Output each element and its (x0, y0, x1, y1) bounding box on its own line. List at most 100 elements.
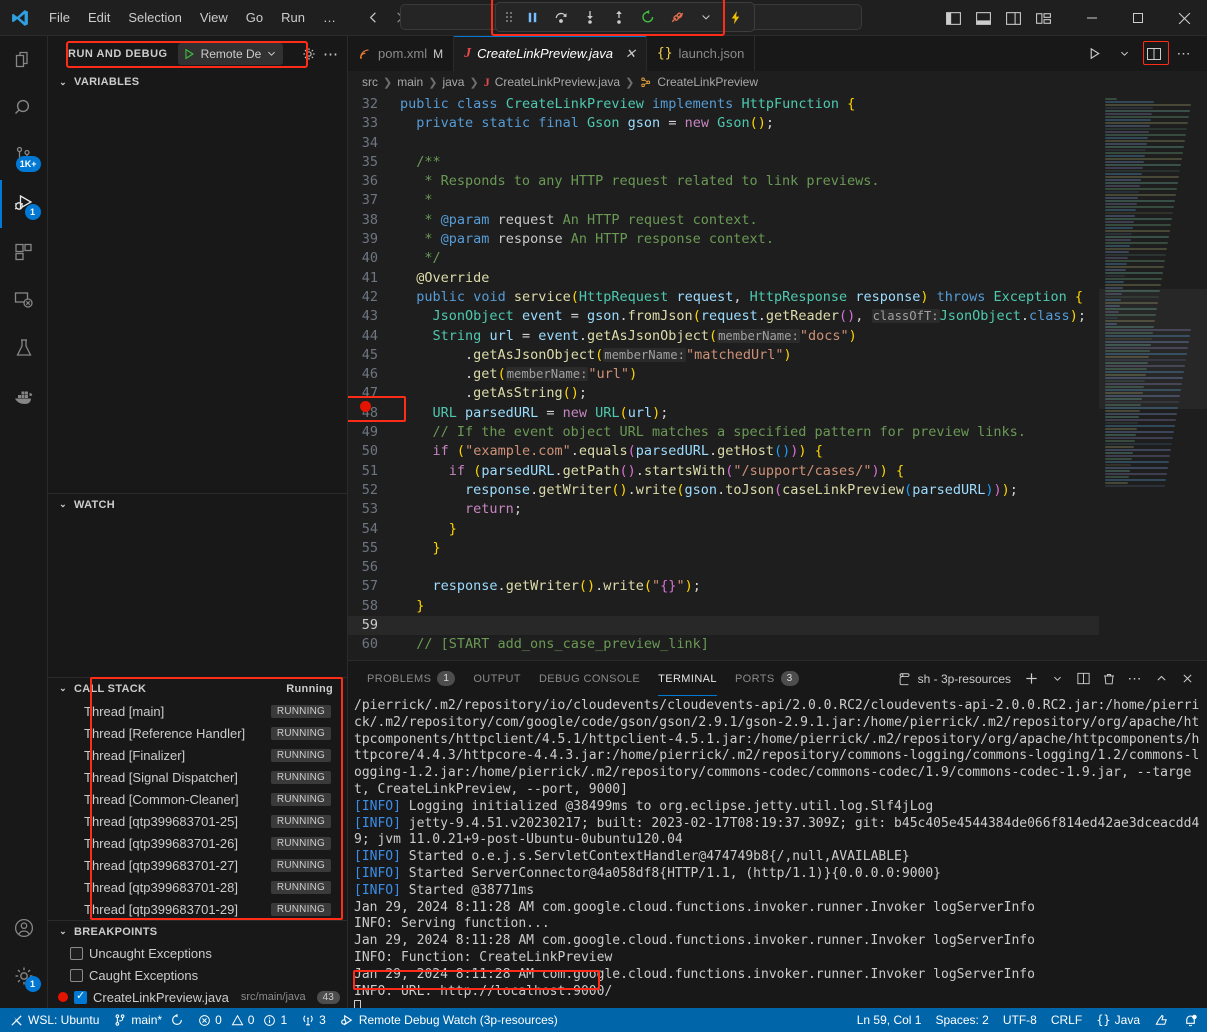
pause-button[interactable] (519, 5, 545, 29)
disconnect-button[interactable] (664, 5, 690, 29)
code-line[interactable]: 53 return; (348, 500, 1099, 519)
breadcrumb-java[interactable]: java (442, 75, 464, 89)
close-window-button[interactable] (1161, 0, 1207, 36)
tab-launch-json[interactable]: {} launch.json (647, 36, 755, 71)
code-line[interactable]: 52 response.getWriter().write(gson.toJso… (348, 481, 1099, 500)
toggle-panel-icon[interactable] (969, 4, 997, 32)
restart-button[interactable] (635, 5, 661, 29)
back-arrow-icon[interactable] (363, 8, 383, 28)
breakpoint-row-caught[interactable]: Caught Exceptions (48, 964, 347, 986)
code-line[interactable]: 60 // [START add_ons_case_preview_link] (348, 635, 1099, 654)
tab-ports[interactable]: PORTS 3 (726, 661, 808, 696)
panel-actions[interactable]: sh - 3p-resources (898, 666, 1199, 692)
status-debug-session[interactable]: Remote Debug Watch (3p-resources) (333, 1008, 565, 1032)
breakpoint-checkbox[interactable] (70, 947, 83, 960)
activity-search-icon[interactable] (0, 84, 48, 132)
menu-file[interactable]: File (40, 6, 79, 29)
code-line[interactable]: 40 */ (348, 249, 1099, 268)
chevron-down-icon[interactable] (1045, 666, 1069, 692)
breakpoints-list[interactable]: Uncaught Exceptions Caught Exceptions Cr… (48, 942, 347, 1008)
callstack-row[interactable]: Thread [qtp399683701-26]RUNNING (48, 832, 347, 854)
code-line[interactable]: 51 if (parsedURL.getPath().startsWith("/… (348, 462, 1099, 481)
callstack-row[interactable]: Thread [qtp399683701-28]RUNNING (48, 876, 347, 898)
editor-tab-bar[interactable]: pom.xml M J CreateLinkPreview.java ✕ {} … (348, 36, 1207, 71)
activity-docker-icon[interactable] (0, 372, 48, 420)
activity-settings-gear-icon[interactable]: 1 (0, 952, 48, 1000)
breadcrumb[interactable]: src ❯ main ❯ java ❯ J CreateLinkPreview.… (348, 71, 1207, 93)
activity-bar[interactable]: 1K+ 1 1 (0, 36, 48, 1008)
code-line[interactable]: 49 // If the event object URL matches a … (348, 423, 1099, 442)
menu-edit[interactable]: Edit (79, 6, 119, 29)
code-line[interactable]: 57 response.getWriter().write("{}"); (348, 577, 1099, 596)
menu-more[interactable]: … (314, 6, 345, 29)
code-line[interactable]: 46 .get(memberName:"url") (348, 365, 1099, 384)
code-line[interactable]: 35 /** (348, 153, 1099, 172)
panel-more-actions-icon[interactable]: ⋯ (1123, 666, 1147, 692)
sidebar-header-actions[interactable]: ⋯ (301, 45, 339, 63)
code-line[interactable]: 38 * @param request An HTTP request cont… (348, 211, 1099, 230)
run-java-button[interactable] (1081, 41, 1107, 67)
window-controls[interactable] (939, 0, 1207, 36)
step-out-button[interactable] (606, 5, 632, 29)
breadcrumb-class[interactable]: CreateLinkPreview (657, 75, 758, 89)
kill-terminal-button[interactable] (1097, 666, 1121, 692)
code-editor[interactable]: 32public class CreateLinkPreview impleme… (348, 93, 1207, 660)
step-over-button[interactable] (548, 5, 574, 29)
activity-explorer-icon[interactable] (0, 36, 48, 84)
minimap-slider[interactable] (1099, 289, 1207, 409)
status-encoding[interactable]: UTF-8 (996, 1008, 1044, 1032)
code-line[interactable]: 42 public void service(HttpRequest reque… (348, 288, 1099, 307)
editor-more-actions-icon[interactable]: ⋯ (1171, 41, 1197, 67)
code-line[interactable]: 43 JsonObject event = gson.fromJson(requ… (348, 307, 1099, 326)
code-scroll-area[interactable]: 32public class CreateLinkPreview impleme… (348, 93, 1099, 660)
section-header-watch[interactable]: ⌄ WATCH (48, 493, 347, 515)
status-problems[interactable]: 0 0 1 (191, 1008, 294, 1032)
code-line[interactable]: 36 * Responds to any HTTP request relate… (348, 172, 1099, 191)
menu-run[interactable]: Run (272, 6, 314, 29)
toggle-secondary-sidebar-icon[interactable] (999, 4, 1027, 32)
callstack-list[interactable]: Thread [main]RUNNING Thread [Reference H… (48, 699, 347, 920)
editor-actions[interactable]: ⋯ (1081, 36, 1207, 71)
status-indentation[interactable]: Spaces: 2 (928, 1008, 995, 1032)
tab-output[interactable]: OUTPUT (464, 661, 530, 696)
section-header-variables[interactable]: ⌄ VARIABLES (48, 71, 347, 93)
activity-run-and-debug-icon[interactable]: 1 (0, 180, 48, 228)
section-header-breakpoints[interactable]: ⌄ BREAKPOINTS (48, 920, 347, 942)
code-line[interactable]: 47 .getAsString(); (348, 384, 1099, 403)
breadcrumb-main[interactable]: main (397, 75, 423, 89)
code-line[interactable]: 41 @Override (348, 269, 1099, 288)
activity-testing-icon[interactable] (0, 324, 48, 372)
code-line[interactable]: 45 .getAsJsonObject(memberName:"matchedU… (348, 346, 1099, 365)
code-line[interactable]: 37 * (348, 191, 1099, 210)
code-line[interactable]: 39 * @param response An HTTP response co… (348, 230, 1099, 249)
code-line[interactable]: 32public class CreateLinkPreview impleme… (348, 95, 1099, 114)
layout-toggles[interactable] (939, 4, 1057, 32)
code-line[interactable]: 55 } (348, 539, 1099, 558)
activity-extensions-icon[interactable] (0, 228, 48, 276)
callstack-row[interactable]: Thread [qtp399683701-27]RUNNING (48, 854, 347, 876)
activity-remote-explorer-icon[interactable] (0, 276, 48, 324)
status-language-mode[interactable]: {} Java (1089, 1008, 1147, 1032)
new-terminal-button[interactable] (1019, 666, 1043, 692)
menu-go[interactable]: Go (237, 6, 272, 29)
menu-bar[interactable]: File Edit Selection View Go Run … (40, 6, 345, 29)
tab-problems[interactable]: PROBLEMS 1 (358, 661, 464, 696)
menu-view[interactable]: View (191, 6, 237, 29)
debug-settings-gear-icon[interactable] (301, 46, 317, 62)
maximize-button[interactable] (1115, 0, 1161, 36)
code-line[interactable]: 50 if ("example.com".equals(parsedURL.ge… (348, 442, 1099, 461)
minimap[interactable] (1099, 93, 1207, 660)
callstack-row[interactable]: Thread [Finalizer]RUNNING (48, 744, 347, 766)
code-line[interactable]: 59 (348, 616, 1099, 635)
status-feedback[interactable] (1147, 1008, 1176, 1032)
breadcrumb-file[interactable]: CreateLinkPreview.java (495, 75, 620, 89)
section-header-callstack[interactable]: ⌄ CALL STACK Running (48, 677, 347, 699)
source-code[interactable]: 32public class CreateLinkPreview impleme… (348, 93, 1099, 655)
split-editor-button[interactable] (1141, 41, 1167, 67)
tab-createlinkpreview-java[interactable]: J CreateLinkPreview.java ✕ (454, 36, 647, 71)
tab-terminal[interactable]: TERMINAL (649, 661, 726, 696)
tab-pom-xml[interactable]: pom.xml M (348, 36, 454, 71)
callstack-row[interactable]: Thread [qtp399683701-29]RUNNING (48, 898, 347, 920)
status-eol[interactable]: CRLF (1044, 1008, 1089, 1032)
code-line[interactable]: 44 String url = event.getAsJsonObject(me… (348, 327, 1099, 346)
